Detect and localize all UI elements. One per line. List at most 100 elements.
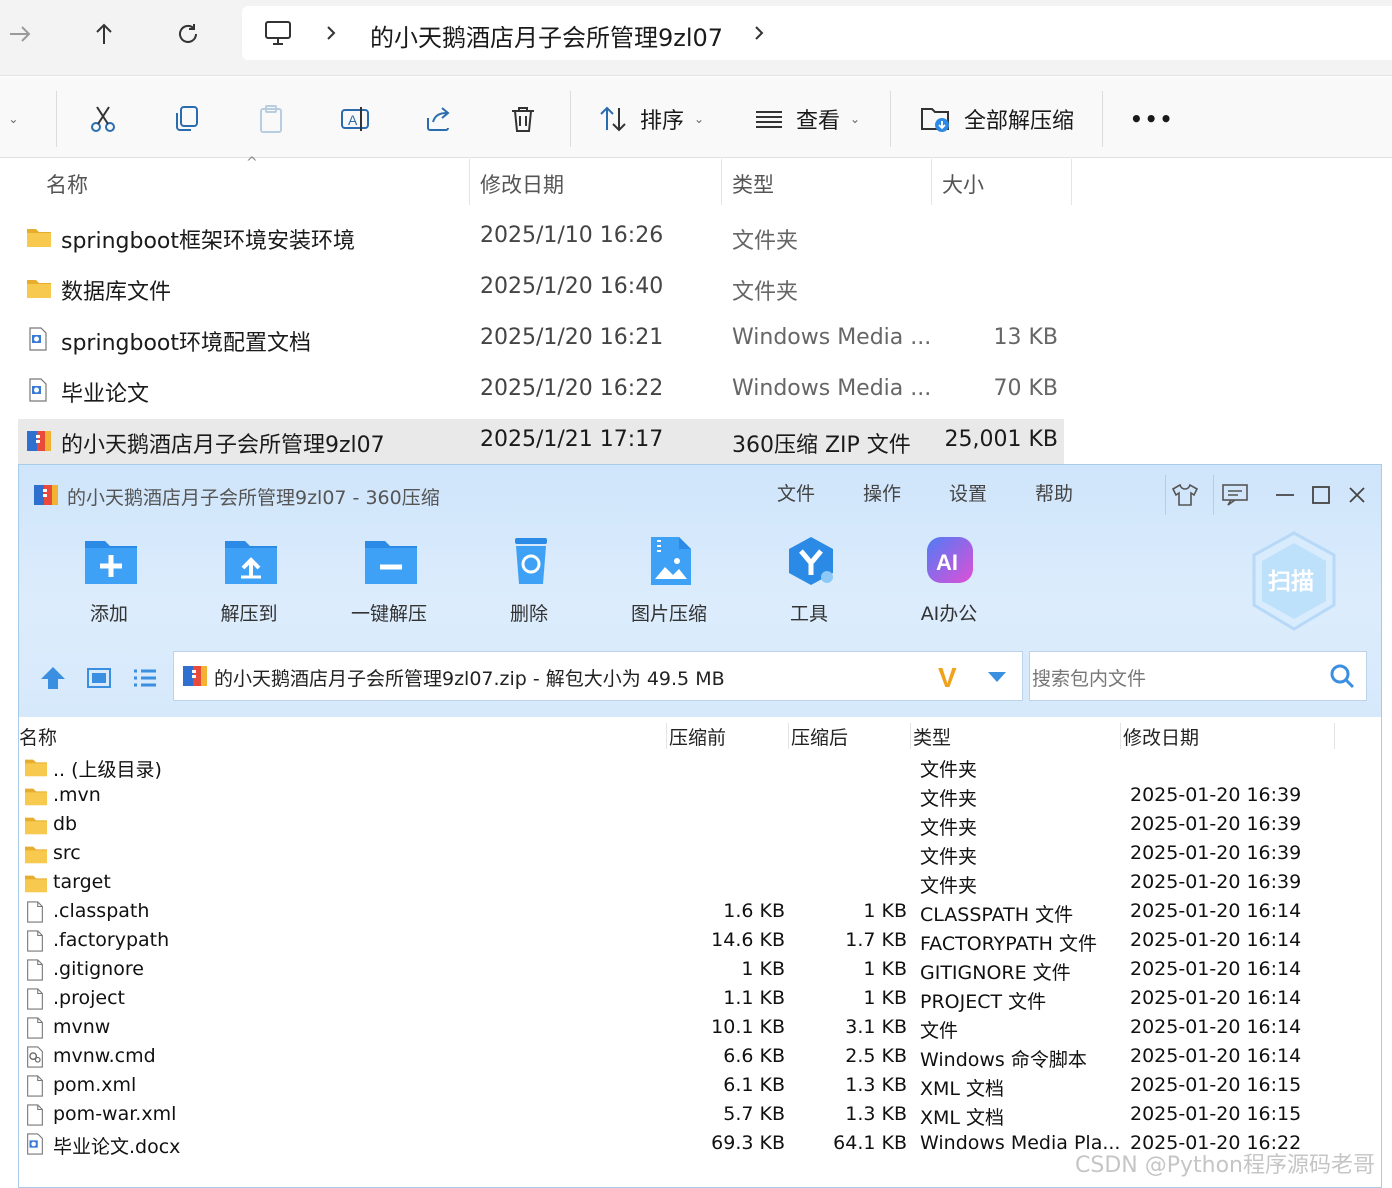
column-divider[interactable]	[666, 723, 667, 749]
more-options-button[interactable]: •••	[1130, 99, 1174, 139]
column-name[interactable]: 名称	[46, 169, 88, 199]
up-arrow-icon[interactable]	[39, 665, 67, 691]
zip-column-after[interactable]: 压缩后	[791, 723, 848, 750]
zip-path-box[interactable]: 的小天鹅酒店月子会所管理9zl07.zip - 解包大小为 49.5 MB V	[173, 651, 1023, 701]
scan-shield-button[interactable]: 扫描	[1247, 529, 1341, 633]
zip-column-type[interactable]: 类型	[913, 723, 951, 750]
ai-office-button[interactable]: AI AI办公	[899, 535, 999, 635]
close-button[interactable]	[1337, 475, 1377, 515]
sort-button[interactable]: 排序 ⌄	[598, 99, 704, 139]
zip-list-item[interactable]: .project 1.1 KB 1 KB PROJECT 文件 2025-01-20 1…	[19, 985, 1381, 1014]
refresh-button[interactable]	[168, 14, 208, 54]
breadcrumb-current-folder[interactable]: 的小天鹅酒店月子会所管理9zl07	[370, 18, 723, 53]
zip-item-size-before: 5.7 KB	[723, 1103, 785, 1125]
zip-list-item[interactable]: .gitignore 1 KB 1 KB GITIGNORE 文件 2025-01-20…	[19, 956, 1381, 985]
minimize-button[interactable]	[1265, 475, 1305, 515]
explorer-row[interactable]: springboot框架环境安装环境 2025/1/10 16:26 文件夹	[18, 215, 1064, 261]
column-divider[interactable]	[469, 159, 470, 205]
zip-column-before[interactable]: 压缩前	[669, 723, 726, 750]
zip-column-name[interactable]: 名称	[19, 723, 57, 750]
sort-arrows-icon	[600, 106, 626, 132]
zip-search-box[interactable]: 搜索包内文件	[1029, 651, 1367, 701]
column-divider[interactable]	[1071, 159, 1072, 205]
v-logo-icon[interactable]: V	[938, 662, 957, 694]
zip-list-item[interactable]: .factorypath 14.6 KB 1.7 KB FACTORYPATH 文件 2…	[19, 927, 1381, 956]
copy-button[interactable]	[172, 99, 202, 139]
zip-list-item[interactable]: target 文件夹 2025-01-20 16:39	[19, 869, 1381, 898]
rename-button[interactable]: A	[340, 99, 370, 139]
zip-list-item[interactable]: pom-war.xml 5.7 KB 1.3 KB XML 文档 2025-01-20 …	[19, 1101, 1381, 1130]
menu-file[interactable]: 文件	[777, 479, 815, 506]
column-divider[interactable]	[1334, 723, 1335, 749]
image-compress-button[interactable]: 图片压缩	[619, 535, 719, 635]
menu-settings[interactable]: 设置	[949, 479, 987, 506]
ai-office-icon: AI	[927, 537, 973, 583]
explorer-row[interactable]: springboot环境配置文档 2025/1/20 16:21 Windows M…	[18, 317, 1064, 363]
add-button[interactable]: 添加	[59, 535, 159, 635]
zip-list-item[interactable]: mvnw 10.1 KB 3.1 KB 文件 2025-01-20 16:14	[19, 1014, 1381, 1043]
zip-column-date[interactable]: 修改日期	[1123, 723, 1199, 750]
list-view-icon[interactable]	[131, 665, 159, 691]
zip-item-name: .classpath	[53, 900, 150, 922]
file-date: 2025/1/20 16:21	[480, 325, 664, 350]
zip-list-item[interactable]: db 文件夹 2025-01-20 16:39	[19, 811, 1381, 840]
zip-list-item[interactable]: pom.xml 6.1 KB 1.3 KB XML 文档 2025-01-20 16:1…	[19, 1072, 1381, 1101]
zip-item-size-after: 3.1 KB	[845, 1016, 907, 1038]
image-compress-icon	[651, 537, 691, 585]
address-box[interactable]: 的小天鹅酒店月子会所管理9zl07	[242, 6, 1392, 60]
column-date[interactable]: 修改日期	[480, 169, 564, 199]
column-divider[interactable]	[721, 159, 722, 205]
menu-operate[interactable]: 操作	[863, 479, 901, 506]
one-click-extract-button[interactable]: 一键解压	[339, 535, 439, 635]
tools-button[interactable]: 工具	[759, 535, 859, 635]
dropdown-triangle-icon[interactable]	[986, 670, 1008, 684]
up-button[interactable]	[84, 14, 124, 54]
column-divider[interactable]	[931, 159, 932, 205]
column-type[interactable]: 类型	[732, 169, 774, 199]
column-divider[interactable]	[1120, 723, 1121, 749]
explorer-row[interactable]: 数据库文件 2025/1/20 16:40 文件夹	[18, 266, 1064, 312]
menu-help[interactable]: 帮助	[1035, 479, 1073, 506]
view-button[interactable]: 查看 ⌄	[754, 99, 860, 139]
paste-button[interactable]	[256, 99, 286, 139]
search-icon[interactable]	[1328, 662, 1356, 690]
zip-item-type: Windows 命令脚本	[920, 1049, 1087, 1071]
delete-button[interactable]: 删除	[479, 535, 579, 635]
maximize-button[interactable]	[1301, 475, 1341, 515]
feedback-button[interactable]	[1215, 475, 1255, 515]
forward-button[interactable]	[0, 14, 40, 54]
tools-icon	[789, 537, 833, 585]
column-divider[interactable]	[910, 723, 911, 749]
file-size: 25,001 KB	[944, 427, 1059, 452]
zip-item-size-after: 1 KB	[863, 900, 907, 922]
zip-list-item[interactable]: .. (上级目录) 文件夹	[19, 753, 1381, 782]
cut-button[interactable]	[88, 99, 118, 139]
extract-all-button[interactable]: 全部解压缩	[920, 99, 1074, 139]
explorer-row[interactable]: 毕业论文 2025/1/20 16:22 Windows Media ... 70 K…	[18, 368, 1064, 414]
zip-item-type: 文件夹	[920, 846, 978, 868]
shirt-icon	[1171, 483, 1199, 506]
extract-to-icon	[225, 541, 277, 584]
search-input[interactable]: 搜索包内文件	[1032, 664, 1146, 691]
delete-button[interactable]	[508, 99, 538, 139]
explorer-row[interactable]: 的小天鹅酒店月子会所管理9zl07 2025/1/21 17:17 360压缩 ZI…	[18, 419, 1064, 465]
row-icon	[24, 843, 48, 869]
chevron-right-icon[interactable]	[752, 23, 766, 43]
column-size[interactable]: 大小	[942, 169, 984, 199]
folder-icon	[25, 817, 47, 835]
zip-list-item[interactable]: src 文件夹 2025-01-20 16:39	[19, 840, 1381, 869]
chevron-right-icon[interactable]	[324, 23, 338, 43]
zip-column-header: 名称 压缩前 压缩后 类型 修改日期	[19, 719, 1381, 753]
column-divider[interactable]	[788, 723, 789, 749]
zip-list-item[interactable]: .mvn 文件夹 2025-01-20 16:39	[19, 782, 1381, 811]
thumbnail-view-icon[interactable]	[85, 665, 113, 691]
file-name: 的小天鹅酒店月子会所管理9zl07	[61, 433, 385, 458]
skin-button[interactable]	[1165, 475, 1205, 515]
row-icon	[24, 1075, 46, 1101]
zip-list-item[interactable]: mvnw.cmd 6.6 KB 2.5 KB Windows 命令脚本 2025-01-…	[19, 1043, 1381, 1072]
sort-ascending-icon: ^	[246, 155, 258, 171]
extract-to-button[interactable]: 解压到	[199, 535, 299, 635]
share-button[interactable]	[424, 99, 454, 139]
zip-list-item[interactable]: .classpath 1.6 KB 1 KB CLASSPATH 文件 2025-01-…	[19, 898, 1381, 927]
new-button-partial[interactable]: ⁝ ⌄	[0, 99, 18, 139]
